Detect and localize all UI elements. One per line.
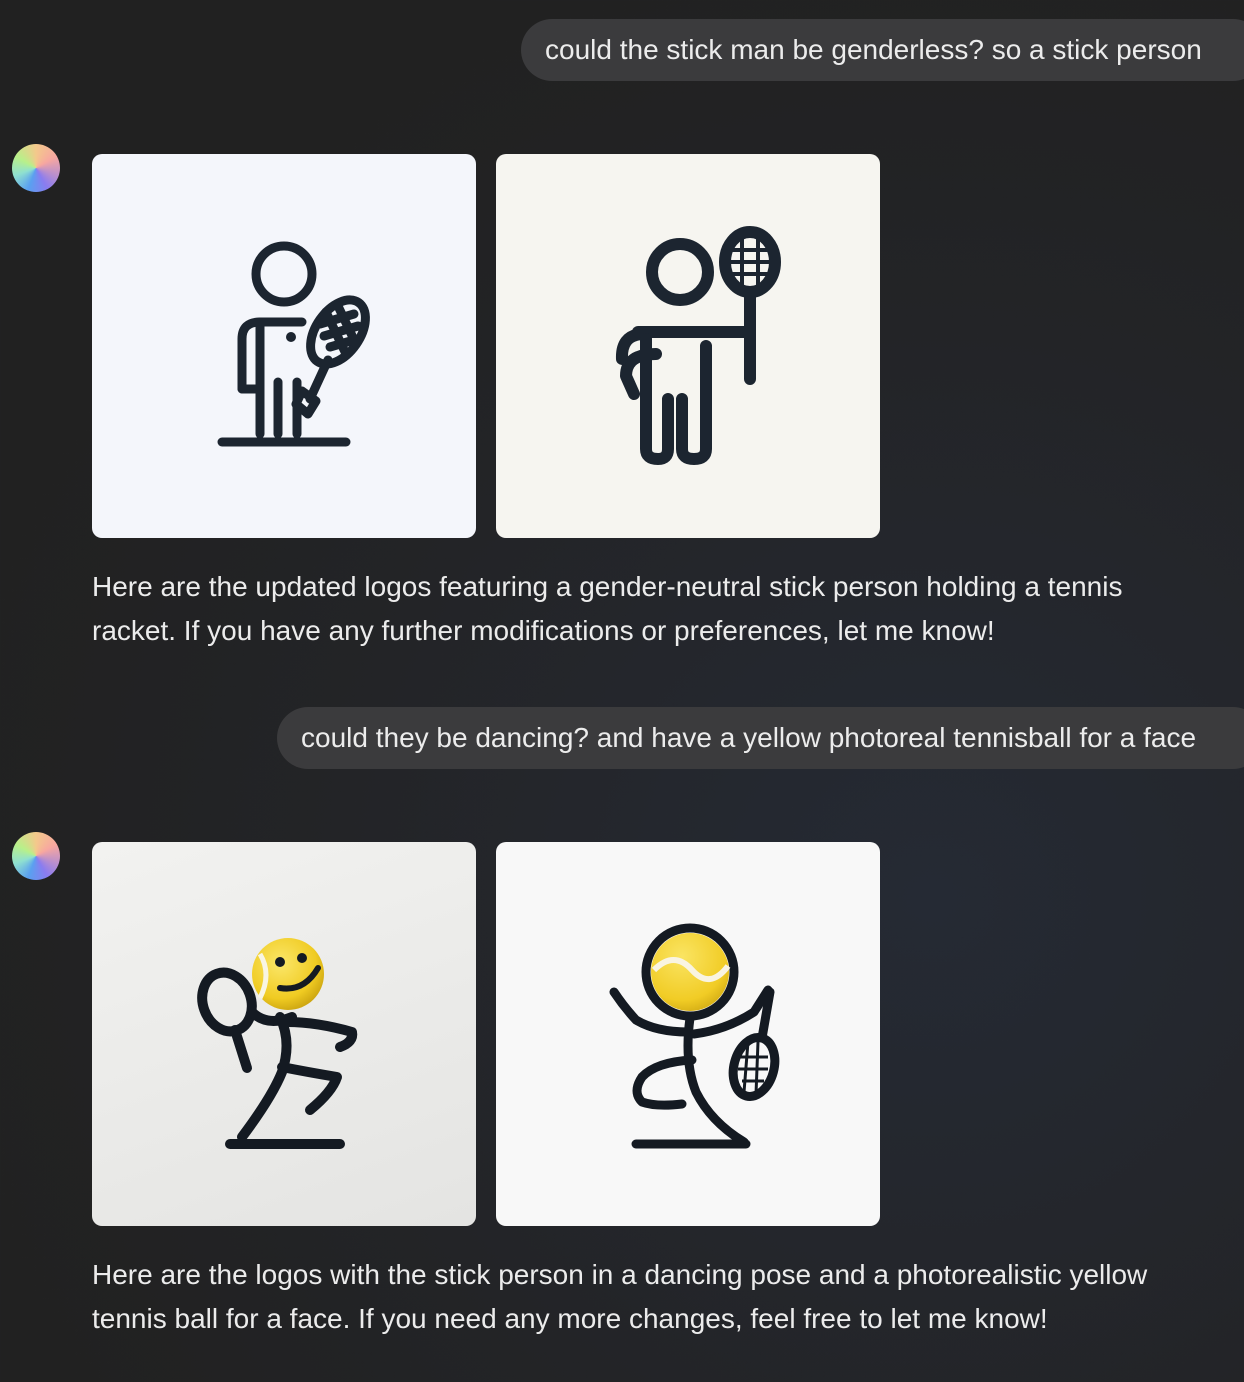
user-message-bubble: could the stick man be genderless? so a … (521, 19, 1244, 81)
assistant-avatar (12, 144, 60, 192)
dancing-stick-person-smiley-tennis-ball-icon (197, 938, 358, 1149)
stick-person-raising-tennis-racket-icon (615, 226, 781, 465)
user-message-text: could the stick man be genderless? so a … (545, 34, 1202, 65)
stick-person-with-tennis-racket-icon (217, 241, 370, 447)
dancing-stick-person-tennis-ball-head-icon (609, 923, 780, 1149)
assistant-message-text: Here are the updated logos featuring a g… (92, 571, 1123, 646)
generated-image[interactable] (496, 154, 880, 538)
generated-image[interactable] (496, 842, 880, 1226)
generated-image[interactable] (92, 154, 476, 538)
assistant-avatar (12, 832, 60, 880)
user-message-text: could they be dancing? and have a yellow… (301, 722, 1197, 753)
user-message-bubble: could they be dancing? and have a yellow… (277, 707, 1244, 769)
assistant-message-text: Here are the logos with the stick person… (92, 1259, 1148, 1334)
generated-image[interactable] (92, 842, 476, 1226)
